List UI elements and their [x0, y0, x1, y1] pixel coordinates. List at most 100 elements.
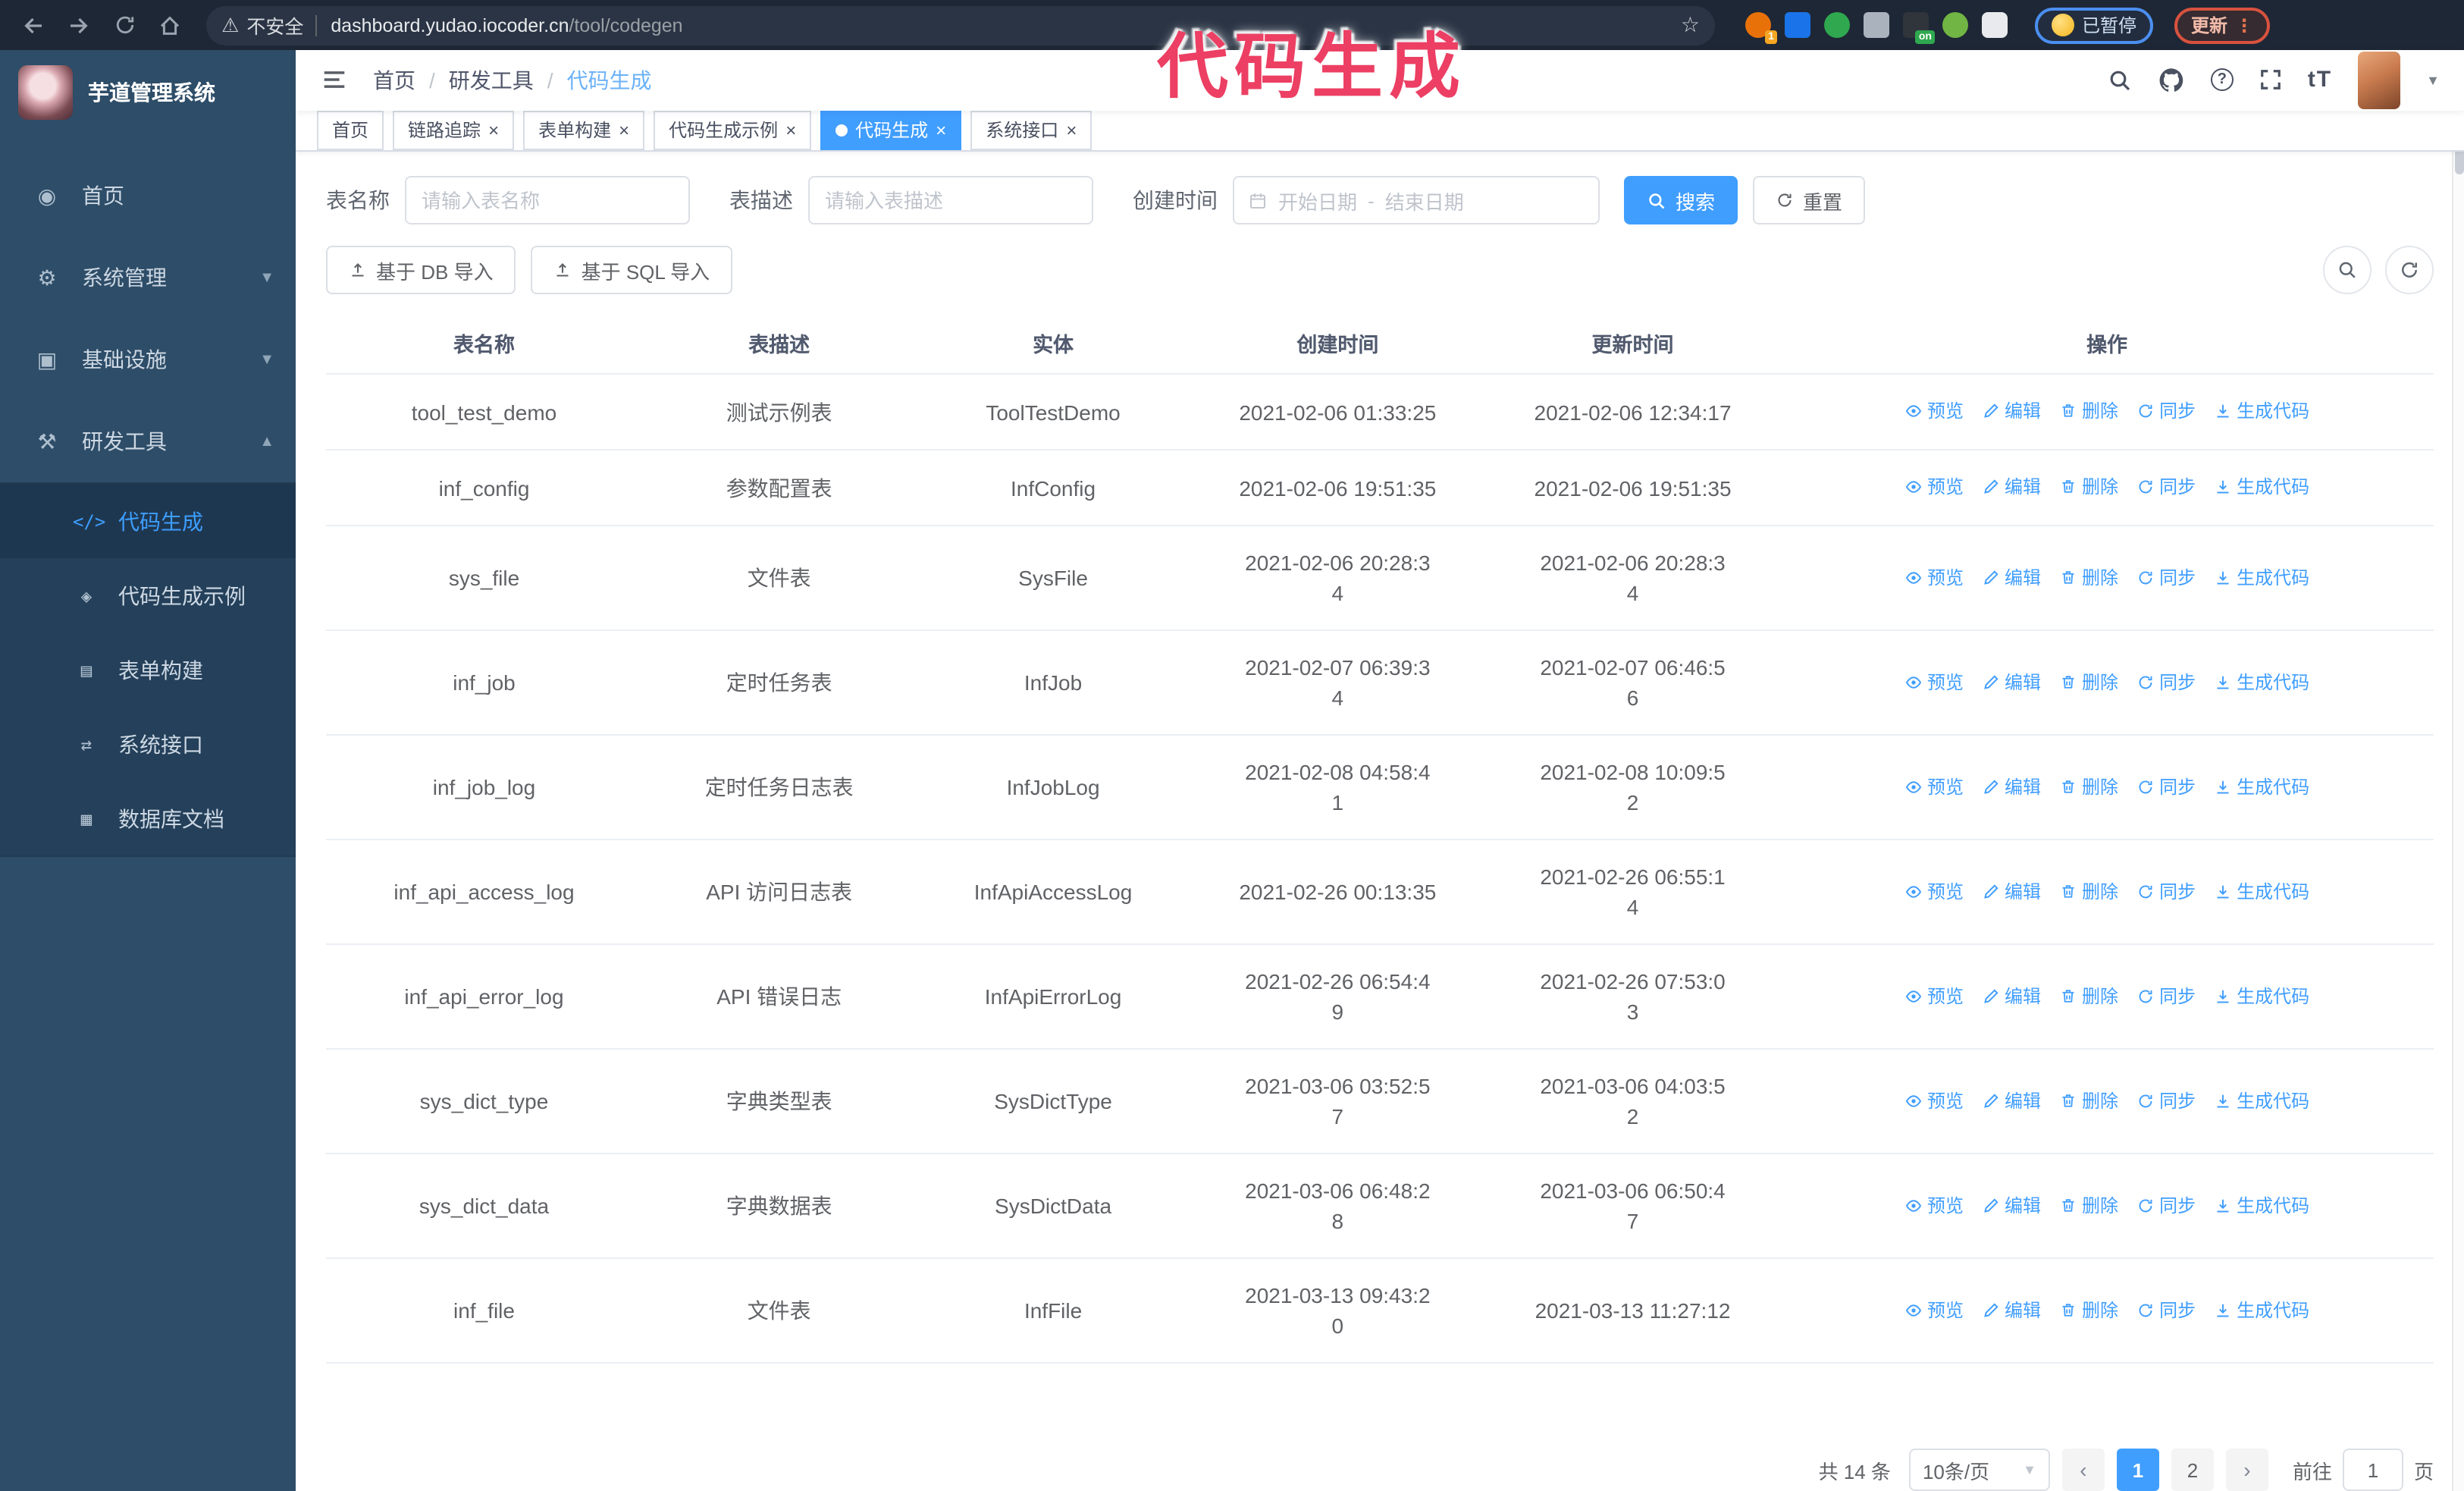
ext-orange-circle-icon[interactable]: 1 [1745, 12, 1777, 44]
date-range-picker[interactable]: 开始日期 - 结束日期 [1233, 176, 1600, 224]
sidebar-subitem-表单构建[interactable]: ▤ 表单构建 [0, 632, 296, 707]
action-preview-link[interactable]: 预览 [1904, 472, 1964, 502]
ext-gray-grid-icon[interactable] [1864, 12, 1889, 38]
action-edit-link[interactable]: 编辑 [1982, 981, 2041, 1011]
action-edit-link[interactable]: 编辑 [1982, 667, 2041, 697]
breadcrumb-item[interactable]: 研发工具 [449, 65, 534, 96]
goto-page-input[interactable] [2342, 1449, 2403, 1491]
action-generate-code-link[interactable]: 生成代码 [2214, 1295, 2309, 1325]
action-generate-code-link[interactable]: 生成代码 [2214, 1085, 2309, 1116]
close-icon[interactable]: × [1066, 121, 1077, 140]
ext-white-puzzle-icon[interactable] [1982, 12, 2008, 38]
browser-back-icon[interactable] [15, 7, 52, 43]
action-delete-link[interactable]: 删除 [2059, 1190, 2118, 1220]
sidebar-subitem-数据库文档[interactable]: ▦ 数据库文档 [0, 781, 296, 855]
action-delete-link[interactable]: 删除 [2059, 472, 2118, 502]
action-preview-link[interactable]: 预览 [1904, 876, 1964, 906]
action-preview-link[interactable]: 预览 [1904, 667, 1964, 697]
action-generate-code-link[interactable]: 生成代码 [2214, 472, 2309, 502]
action-edit-link[interactable]: 编辑 [1982, 1190, 2041, 1220]
action-delete-link[interactable]: 删除 [2059, 1085, 2118, 1116]
close-icon[interactable]: × [936, 121, 946, 140]
action-sync-link[interactable]: 同步 [2136, 1085, 2196, 1116]
tab-表单构建[interactable]: 表单构建 × [523, 110, 645, 150]
ext-dark-on-icon[interactable]: on [1903, 12, 1935, 44]
fullscreen-icon[interactable] [2259, 69, 2282, 92]
action-preview-link[interactable]: 预览 [1904, 771, 1964, 802]
sidebar-subitem-代码生成[interactable]: </> 代码生成 [0, 484, 296, 558]
action-preview-link[interactable]: 预览 [1904, 1190, 1964, 1220]
page-button-2[interactable]: 2 [2171, 1449, 2214, 1491]
action-generate-code-link[interactable]: 生成代码 [2214, 981, 2309, 1011]
github-icon[interactable] [2158, 67, 2185, 94]
tab-系统接口[interactable]: 系统接口 × [970, 110, 1092, 150]
page-button-1[interactable]: 1 [2116, 1449, 2159, 1491]
action-edit-link[interactable]: 编辑 [1982, 1295, 2041, 1325]
tab-链路追踪[interactable]: 链路追踪 × [393, 110, 515, 150]
action-sync-link[interactable]: 同步 [2136, 472, 2196, 502]
app-logo-row[interactable]: 芋道管理系统 [0, 50, 296, 133]
url-bar[interactable]: ⚠ 不安全 dashboard.yudao.iocoder.cn /tool/c… [206, 5, 1715, 45]
close-icon[interactable]: × [488, 121, 499, 140]
breadcrumb-item[interactable]: 首页 [373, 65, 415, 96]
page-scrollbar[interactable] [2452, 50, 2464, 1491]
browser-home-icon[interactable] [152, 7, 188, 43]
prev-page-button[interactable]: ‹ [2061, 1449, 2105, 1491]
caret-down-icon[interactable]: ▼ [2426, 73, 2440, 88]
action-preview-link[interactable]: 预览 [1904, 1295, 1964, 1325]
action-generate-code-link[interactable]: 生成代码 [2214, 771, 2309, 802]
ext-green-check-icon[interactable] [1824, 12, 1850, 38]
action-generate-code-link[interactable]: 生成代码 [2214, 396, 2309, 426]
kebab-menu-icon[interactable]: ⋮ [2235, 14, 2253, 36]
sidebar-item-首页[interactable]: ◉ 首页 [0, 155, 296, 237]
next-page-button[interactable]: › [2225, 1449, 2268, 1491]
tab-首页[interactable]: 首页 [317, 110, 384, 150]
help-icon[interactable]: ? [2210, 68, 2234, 92]
bookmark-star-icon[interactable]: ☆ [1681, 12, 1700, 38]
paused-extension-pill[interactable]: 已暂停 [2035, 7, 2154, 43]
action-generate-code-link[interactable]: 生成代码 [2214, 562, 2309, 592]
action-preview-link[interactable]: 预览 [1904, 396, 1964, 426]
action-generate-code-link[interactable]: 生成代码 [2214, 1190, 2309, 1220]
action-sync-link[interactable]: 同步 [2136, 771, 2196, 802]
reset-button[interactable]: 重置 [1753, 176, 1866, 224]
import-sql-button[interactable]: 基于 SQL 导入 [531, 246, 733, 294]
action-sync-link[interactable]: 同步 [2136, 1295, 2196, 1325]
toggle-search-button[interactable] [2323, 246, 2372, 294]
action-sync-link[interactable]: 同步 [2136, 981, 2196, 1011]
action-edit-link[interactable]: 编辑 [1982, 1085, 2041, 1116]
browser-update-button[interactable]: 更新 ⋮ [2174, 7, 2271, 43]
table-desc-input[interactable] [808, 176, 1093, 224]
sidebar-item-研发工具[interactable]: ⚒ 研发工具 ▲ [0, 400, 296, 482]
hamburger-icon[interactable] [320, 66, 349, 95]
action-edit-link[interactable]: 编辑 [1982, 876, 2041, 906]
action-preview-link[interactable]: 预览 [1904, 1085, 1964, 1116]
action-sync-link[interactable]: 同步 [2136, 1190, 2196, 1220]
search-icon[interactable] [2108, 68, 2132, 93]
user-avatar[interactable] [2358, 51, 2401, 109]
page-size-select[interactable]: 10条/页 ▼ [1908, 1449, 2050, 1491]
close-icon[interactable]: × [619, 121, 629, 140]
tab-代码生成[interactable]: 代码生成 × [820, 110, 962, 150]
browser-reload-icon[interactable] [106, 7, 143, 43]
action-edit-link[interactable]: 编辑 [1982, 771, 2041, 802]
action-delete-link[interactable]: 删除 [2059, 981, 2118, 1011]
action-edit-link[interactable]: 编辑 [1982, 472, 2041, 502]
tab-代码生成示例[interactable]: 代码生成示例 × [654, 110, 812, 150]
action-delete-link[interactable]: 删除 [2059, 562, 2118, 592]
action-edit-link[interactable]: 编辑 [1982, 562, 2041, 592]
action-sync-link[interactable]: 同步 [2136, 667, 2196, 697]
action-delete-link[interactable]: 删除 [2059, 876, 2118, 906]
ext-green-bot-icon[interactable] [1942, 12, 1968, 38]
sidebar-subitem-系统接口[interactable]: ⇄ 系统接口 [0, 707, 296, 781]
search-button[interactable]: 搜索 [1624, 176, 1738, 224]
sidebar-item-系统管理[interactable]: ⚙ 系统管理 ▼ [0, 237, 296, 319]
sidebar-subitem-代码生成示例[interactable]: ◈ 代码生成示例 [0, 558, 296, 632]
action-generate-code-link[interactable]: 生成代码 [2214, 667, 2309, 697]
action-delete-link[interactable]: 删除 [2059, 771, 2118, 802]
action-sync-link[interactable]: 同步 [2136, 562, 2196, 592]
action-delete-link[interactable]: 删除 [2059, 667, 2118, 697]
action-preview-link[interactable]: 预览 [1904, 562, 1964, 592]
breadcrumb-item[interactable]: 代码生成 [567, 65, 652, 96]
browser-forward-icon[interactable] [61, 7, 97, 43]
